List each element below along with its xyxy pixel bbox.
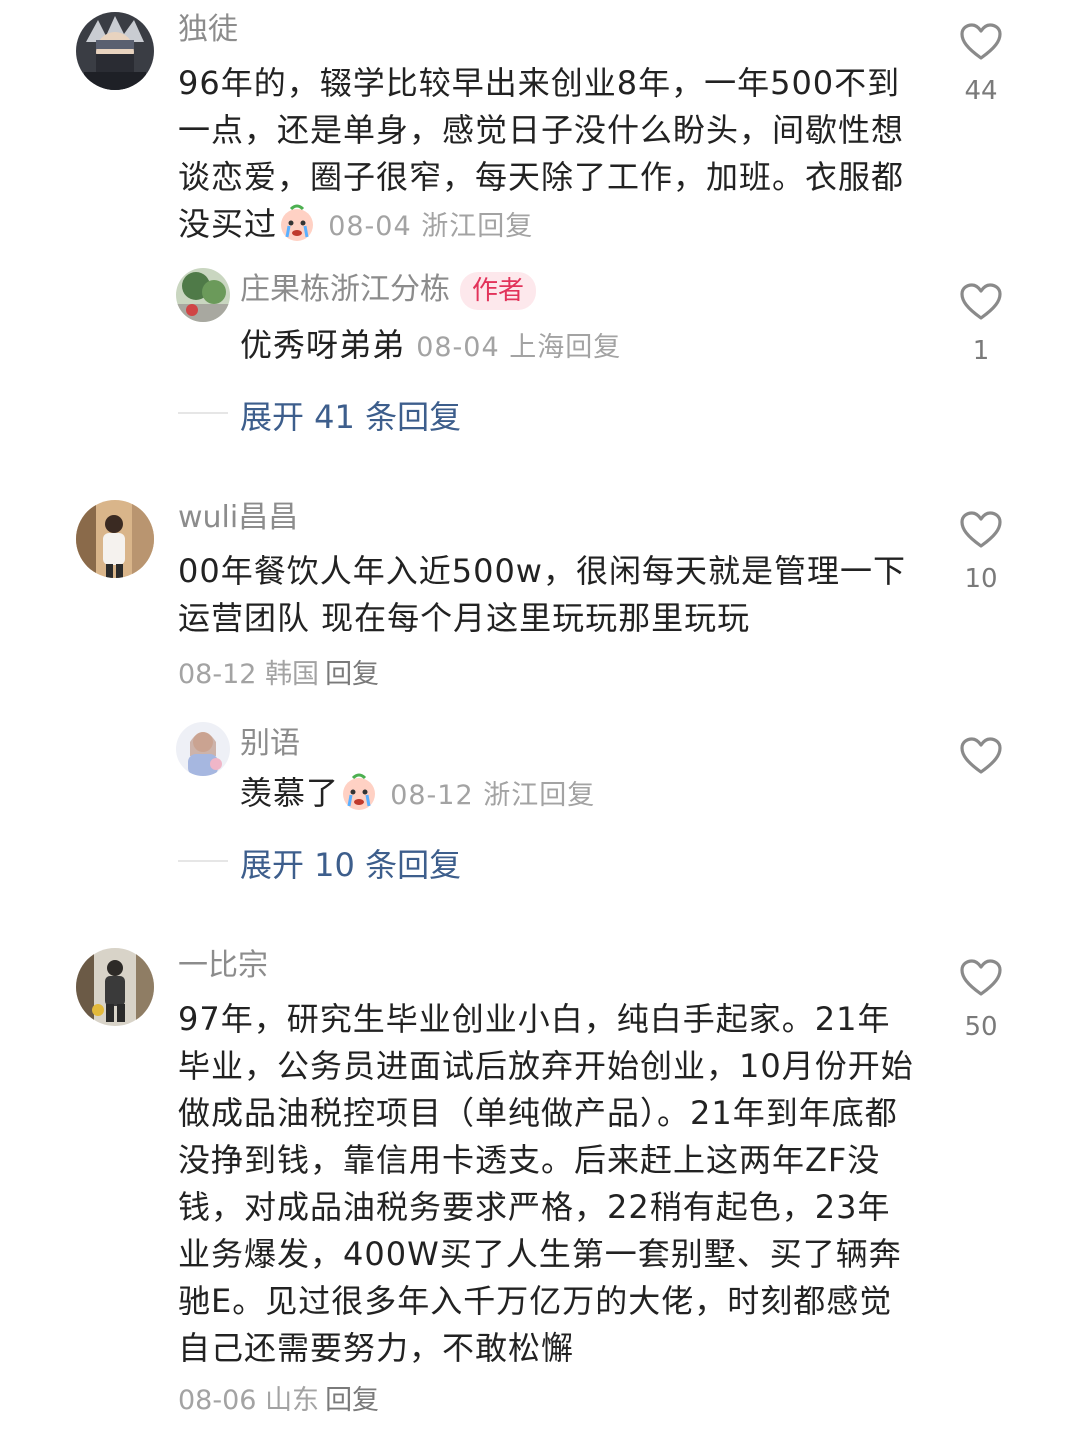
avatar-image xyxy=(176,722,230,776)
like-count: 10 xyxy=(964,564,998,594)
comment-meta: 08-06 山东 回复 xyxy=(178,1378,379,1417)
like-button[interactable] xyxy=(959,282,1003,326)
avatar-dutu[interactable] xyxy=(76,12,154,90)
expand-replies-button[interactable]: 展开 41 条回复 xyxy=(240,392,461,438)
heart-outline-icon xyxy=(960,737,1002,774)
avatar-author[interactable] xyxy=(176,268,230,322)
heart-outline-icon xyxy=(960,959,1002,996)
comment-text: 00年餐饮人年入近500w，很闲每天就是管理一下运营团队 现在每个月这里玩玩那里… xyxy=(178,552,906,637)
avatar-yibizong[interactable] xyxy=(76,948,154,1026)
reply-username[interactable]: 别语 xyxy=(240,724,300,764)
comment-date: 08-06 xyxy=(178,1385,257,1416)
reply-date: 08-04 xyxy=(416,332,500,363)
comment-username[interactable]: 一比宗 xyxy=(178,946,268,986)
expand-replies-button[interactable]: 展开 10 条回复 xyxy=(240,840,461,886)
avatar-image xyxy=(76,500,154,578)
reply-button[interactable]: 回复 xyxy=(477,211,533,242)
like-button[interactable] xyxy=(959,22,1003,66)
heart-outline-icon xyxy=(960,511,1002,548)
reply-location: 上海 xyxy=(509,332,566,363)
comment-username[interactable]: wuli昌昌 xyxy=(178,498,298,538)
avatar-wulichangchang[interactable] xyxy=(76,500,154,578)
expand-divider xyxy=(178,860,228,862)
reply-button[interactable]: 回复 xyxy=(325,1385,379,1416)
comment-location: 山东 xyxy=(265,1385,320,1416)
reply-text: 羡慕了 08-12 浙江回复 xyxy=(240,770,595,819)
heart-outline-icon xyxy=(960,23,1002,60)
reply-meta: 08-12 浙江 xyxy=(390,780,539,811)
like-button[interactable] xyxy=(959,958,1003,1002)
reply-text: 优秀呀弟弟 08-04 上海回复 xyxy=(240,322,621,371)
like-button[interactable] xyxy=(959,510,1003,554)
expand-divider xyxy=(178,412,228,414)
avatar-image xyxy=(176,268,230,322)
comment-location: 浙江 xyxy=(421,211,478,242)
like-count: 1 xyxy=(972,336,990,366)
author-badge: 作者 xyxy=(460,271,537,310)
comment-text: 97年，研究生毕业创业小白，纯白手起家。21年毕业，公务员进面试后放弃开始创业，… xyxy=(178,1000,914,1367)
reply-button[interactable]: 回复 xyxy=(539,780,595,811)
reply-username-text[interactable]: 庄果栋浙江分栋 xyxy=(240,272,450,307)
comment-username[interactable]: 独徒 xyxy=(178,10,238,50)
avatar-image xyxy=(76,948,154,1026)
avatar-bieyu[interactable] xyxy=(176,722,230,776)
like-count: 44 xyxy=(964,76,998,106)
reply-location: 浙江 xyxy=(483,780,540,811)
reply-username: 庄果栋浙江分栋 作者 xyxy=(240,270,537,310)
comment-meta: 08-04 浙江 xyxy=(328,211,477,242)
comment-date: 08-12 xyxy=(178,659,257,690)
reply-text-content: 羡慕了 xyxy=(240,774,340,812)
crying-emoji-icon xyxy=(277,203,317,243)
reply-button[interactable]: 回复 xyxy=(565,332,621,363)
reply-button[interactable]: 回复 xyxy=(325,659,379,690)
reply-date: 08-12 xyxy=(390,780,474,811)
reply-meta: 08-04 上海 xyxy=(416,332,565,363)
heart-outline-icon xyxy=(960,283,1002,320)
comment-meta: 08-12 韩国 回复 xyxy=(178,652,379,691)
comment-location: 韩国 xyxy=(265,659,320,690)
reply-text-content: 优秀呀弟弟 xyxy=(240,326,406,364)
comment-date: 08-04 xyxy=(328,211,412,242)
like-button[interactable] xyxy=(959,736,1003,780)
crying-emoji-icon xyxy=(339,772,379,812)
comment-text: 96年的，辍学比较早出来创业8年，一年500不到一点，还是单身，感觉日子没什么盼… xyxy=(178,60,918,250)
avatar-image xyxy=(76,12,154,90)
like-count: 50 xyxy=(964,1012,998,1042)
